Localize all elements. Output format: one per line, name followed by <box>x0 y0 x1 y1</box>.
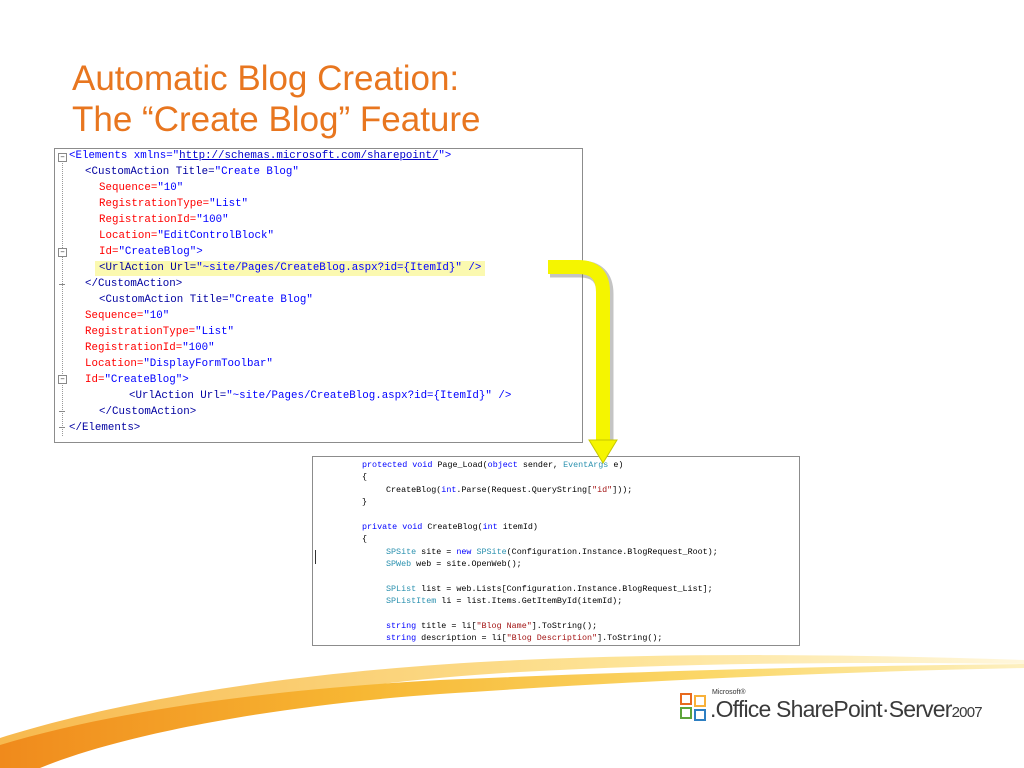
office-sharepoint-logo: Microsoft® .Office SharePoint·Server2007 <box>679 689 989 729</box>
product-year: 2007 <box>951 704 983 721</box>
product-name: .Office SharePoint·Server2007 <box>710 696 983 723</box>
product-label: .Office SharePoint·Server <box>710 696 952 722</box>
office-logo-icon <box>680 693 706 721</box>
microsoft-label: Microsoft® <box>712 689 746 696</box>
yellow-arrow-connector <box>548 260 618 464</box>
